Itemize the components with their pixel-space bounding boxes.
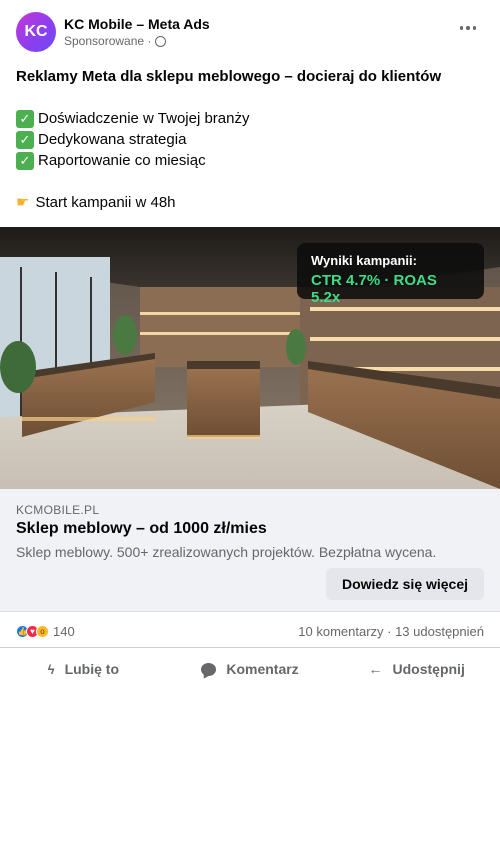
benefit-text: Doświadczenie w Twojej branży [38, 110, 250, 127]
comment-label: Komentarz [226, 661, 299, 677]
link-title[interactable]: Sklep meblowy – od 1000 zł/mies [16, 520, 267, 538]
post-text: Reklamy Meta dla sklepu meblowego – doci… [16, 66, 486, 213]
like-label: Lubię to [64, 661, 119, 677]
comments-shares-count[interactable]: 10 komentarzy · 13 udostępnień [298, 624, 484, 639]
reaction-count: 140 [53, 623, 75, 639]
benefit-item: ✓ Dedykowana strategia [16, 129, 486, 150]
cta-line: ☛ Start kampanii w 48h [16, 192, 486, 213]
share-icon: ← [368, 661, 383, 677]
post-headline: Reklamy Meta dla sklepu meblowego – doci… [16, 68, 442, 85]
post-header: KC KC Mobile – Meta Ads Sponsorowane · [0, 0, 500, 62]
avatar[interactable]: KC [16, 12, 56, 52]
benefit-text: Raportowanie co miesiąc [38, 152, 206, 169]
check-icon: ✓ [16, 151, 34, 170]
sponsored-meta: Sponsorowane · [64, 34, 167, 48]
link-preview-card[interactable]: KCMOBILE.PL Sklep meblowy – od 1000 zł/m… [0, 489, 500, 612]
like-icon: ϟ [47, 661, 55, 677]
link-description: Sklep meblowy. 500+ zrealizowanych proje… [16, 544, 437, 560]
results-value: CTR 4.7% · ROAS 5.2x [311, 272, 437, 306]
like-button[interactable]: ϟ Lubię to [0, 650, 167, 688]
campaign-results-overlay: Wyniki kampanii: CTR 4.7% · ROAS 5.2x [297, 243, 484, 306]
check-icon: ✓ [16, 109, 34, 128]
reactions-summary[interactable]: 👍 ♥ o 140 [16, 624, 75, 639]
wow-reaction-icon: o [36, 624, 49, 638]
share-button[interactable]: ← Udostępnij [333, 650, 500, 688]
check-icon: ✓ [16, 130, 34, 149]
cta-line-text: Start kampanii w 48h [35, 194, 176, 211]
share-label: Udostępnij [392, 661, 465, 677]
divider [0, 647, 500, 648]
link-domain: KCMOBILE.PL [16, 503, 100, 517]
benefit-item: ✓ Doświadczenie w Twojej branży [16, 108, 486, 129]
more-options-icon[interactable] [459, 26, 476, 30]
results-title: Wyniki kampanii: [311, 253, 417, 268]
benefit-text: Dedykowana strategia [38, 131, 187, 148]
comment-button[interactable]: Komentarz [167, 650, 334, 688]
comment-icon [201, 662, 217, 676]
benefit-item: ✓ Raportowanie co miesiąc [16, 150, 486, 171]
engagement-stats: 👍 ♥ o 140 10 komentarzy · 13 udostępnień [16, 622, 484, 640]
learn-more-button[interactable]: Dowiedz się więcej [326, 568, 484, 600]
post-actions: ϟ Lubię to Komentarz ← Udostępnij [0, 650, 500, 688]
sponsored-label[interactable]: Sponsorowane · [64, 34, 151, 48]
globe-icon [155, 35, 167, 47]
pointing-hand-icon: ☛ [16, 194, 30, 211]
page-name[interactable]: KC Mobile – Meta Ads [64, 16, 210, 32]
